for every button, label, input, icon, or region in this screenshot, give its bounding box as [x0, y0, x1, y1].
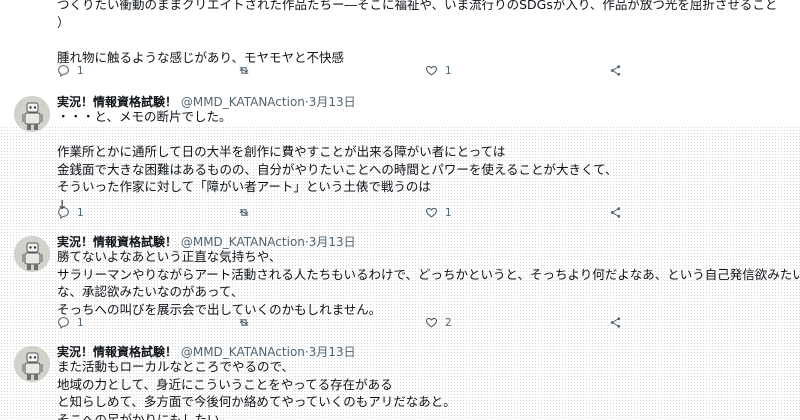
- author-handle[interactable]: @MMD_KATANAction: [181, 95, 305, 109]
- tweet-body: 勝てないよなあという正直な気持ちや、 サラリーマンやりながらアート活動される人た…: [57, 249, 800, 317]
- tweet[interactable]: 実況！情報資格試験！ @MMD_KATANAction·3月13日 また活動もロ…: [0, 340, 800, 420]
- tweet-body: また活動もローカルなところでやるので、 地域の力として、身近にこういうことをやっ…: [57, 359, 456, 420]
- share-button[interactable]: [609, 316, 622, 329]
- tweet-body: ・・・と、メモの断片でした。 作業所とかに通所して日の大半を創作に費やすことが出…: [57, 109, 618, 212]
- like-icon: [425, 207, 438, 218]
- retweet-button[interactable]: [237, 206, 258, 219]
- reply-icon: [58, 207, 69, 219]
- author-name[interactable]: 実況！情報資格試験！: [57, 345, 177, 359]
- author-handle[interactable]: @MMD_KATANAction: [181, 345, 305, 359]
- tweet-partial[interactable]: つくりたい衝動のままクリエイトされた作品たちー―そこに福祉や、いま流行りのSDG…: [0, 0, 800, 86]
- tweet-date[interactable]: 3月13日: [309, 345, 356, 359]
- reply-button[interactable]: 1: [57, 64, 84, 77]
- tweet-actions: 1 2: [57, 316, 637, 332]
- like-button[interactable]: 2: [425, 316, 452, 329]
- tweet[interactable]: 実況！情報資格試験！ @MMD_KATANAction·3月13日 ・・・と、メ…: [0, 88, 800, 224]
- share-icon: [610, 207, 621, 218]
- reply-count: 1: [77, 316, 84, 329]
- tweet[interactable]: 実況！情報資格試験！ @MMD_KATANAction·3月13日 勝てないよな…: [0, 228, 800, 338]
- tweet-body: つくりたい衝動のままクリエイトされた作品たちー―そこに福祉や、いま流行りのSDG…: [57, 0, 778, 65]
- author-handle[interactable]: @MMD_KATANAction: [181, 235, 305, 249]
- share-icon: [610, 317, 621, 328]
- tweet-actions: 1 1: [57, 64, 637, 80]
- robot-avatar[interactable]: [14, 346, 50, 382]
- retweet-icon: [239, 67, 249, 74]
- retweet-button[interactable]: [237, 64, 258, 77]
- author-name[interactable]: 実況！情報資格試験！: [57, 95, 177, 109]
- share-icon: [610, 65, 621, 76]
- tweet-date[interactable]: 3月13日: [309, 95, 356, 109]
- like-count: 2: [445, 316, 452, 329]
- like-button[interactable]: 1: [425, 64, 452, 77]
- robot-avatar[interactable]: [14, 236, 50, 272]
- retweet-button[interactable]: [237, 316, 258, 329]
- author-name[interactable]: 実況！情報資格試験！: [57, 235, 177, 249]
- reply-count: 1: [77, 64, 84, 77]
- retweet-icon: [239, 209, 249, 216]
- reply-count: 1: [77, 206, 84, 219]
- share-button[interactable]: [609, 64, 622, 77]
- tweet-actions: 1 1: [57, 206, 637, 222]
- robot-avatar[interactable]: [14, 96, 50, 132]
- like-icon: [425, 65, 438, 76]
- retweet-icon: [239, 319, 249, 326]
- reply-icon: [58, 317, 69, 329]
- like-count: 1: [445, 64, 452, 77]
- like-count: 1: [445, 206, 452, 219]
- reply-icon: [58, 65, 69, 77]
- like-icon: [425, 317, 438, 328]
- reply-button[interactable]: 1: [57, 206, 84, 219]
- like-button[interactable]: 1: [425, 206, 452, 219]
- share-button[interactable]: [609, 206, 622, 219]
- tweet-date[interactable]: 3月13日: [309, 235, 356, 249]
- reply-button[interactable]: 1: [57, 316, 84, 329]
- tweet-thread: つくりたい衝動のままクリエイトされた作品たちー―そこに福祉や、いま流行りのSDG…: [0, 0, 800, 420]
